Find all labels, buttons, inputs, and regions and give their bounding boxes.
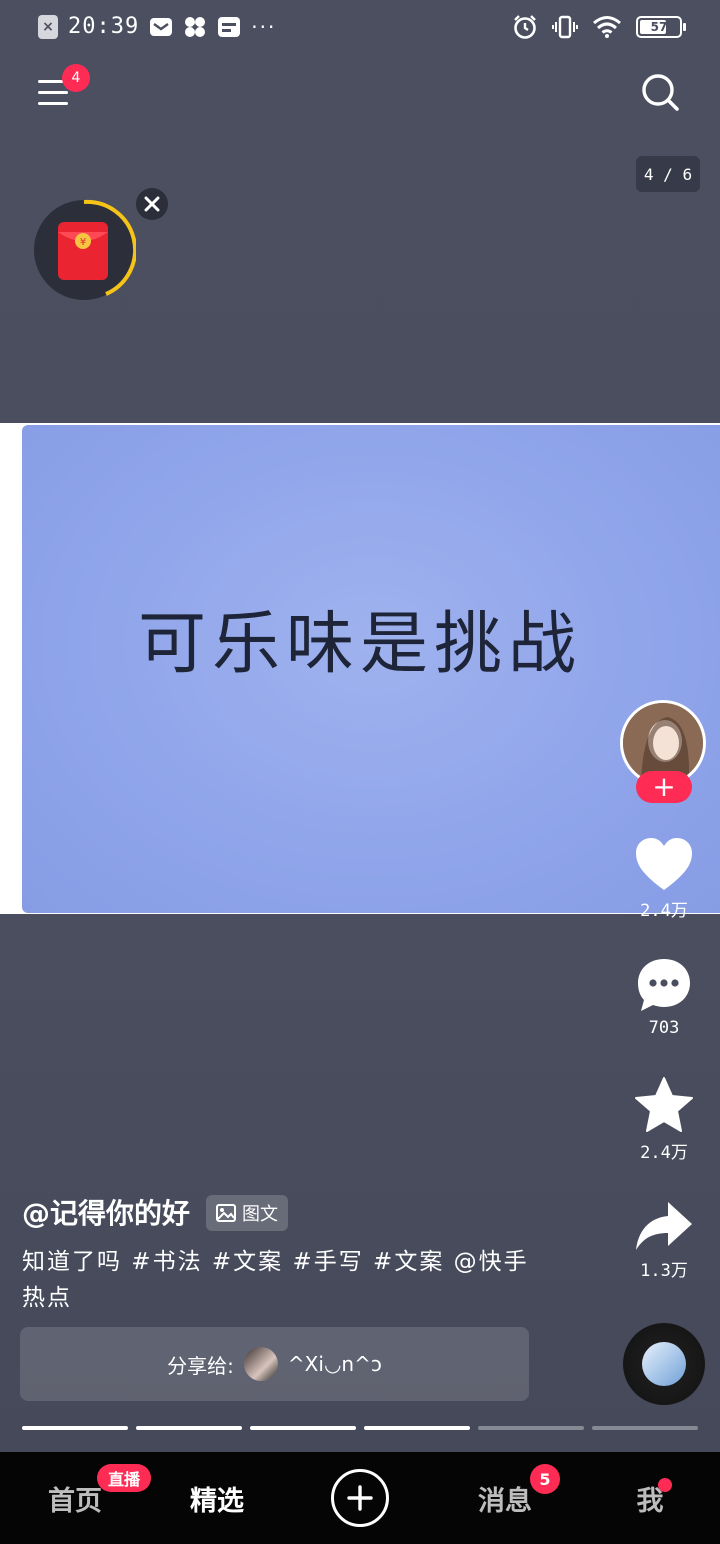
status-bar: × 20:39 ··· 57 xyxy=(0,0,720,58)
star-icon xyxy=(635,1077,693,1132)
red-packet-widget[interactable]: ¥ xyxy=(32,198,138,302)
handwritten-text: 可乐味是挑战 xyxy=(137,605,582,684)
alarm-icon xyxy=(514,15,536,39)
nav-me[interactable]: 我 xyxy=(620,1452,680,1544)
wallet-icon xyxy=(218,16,241,37)
progress-segment xyxy=(136,1426,242,1430)
status-left: × 20:39 ··· xyxy=(38,14,276,39)
comment-action[interactable]: 703 xyxy=(620,956,708,1038)
share-action[interactable]: 1.3万 xyxy=(620,1200,708,1281)
follow-button[interactable]: + xyxy=(636,771,692,803)
more-notifications: ··· xyxy=(251,14,277,39)
post-type-label: 图文 xyxy=(242,1204,278,1225)
close-icon xyxy=(144,196,160,212)
share-to-bar[interactable]: 分享给: ^Xi◡n^ɔ xyxy=(20,1327,529,1401)
progress-segment xyxy=(478,1426,584,1430)
image-icon xyxy=(216,1204,236,1222)
music-cover xyxy=(642,1342,686,1386)
mail-icon xyxy=(150,17,173,36)
red-packet-close-button[interactable] xyxy=(136,188,168,220)
progress-segment xyxy=(592,1426,698,1430)
battery-icon: 57 xyxy=(636,16,686,38)
favorite-count: 2.4万 xyxy=(640,1143,688,1163)
status-right: 57 xyxy=(512,14,686,40)
app-screen: × 20:39 ··· 57 4 4 / 6 ¥ 可乐味是挑战 + 2.4万 7… xyxy=(0,0,720,1544)
nav-messages-label: 消息 xyxy=(478,1485,532,1517)
progress-segment xyxy=(22,1426,128,1430)
nav-featured-label: 精选 xyxy=(190,1485,244,1517)
me-dot-badge xyxy=(658,1478,672,1492)
create-post-button[interactable] xyxy=(331,1469,389,1527)
nav-featured[interactable]: 精选 xyxy=(172,1452,262,1544)
author-name[interactable]: @记得你的好 xyxy=(22,1192,190,1232)
status-time: 20:39 xyxy=(68,14,140,39)
messages-badge: 5 xyxy=(530,1464,560,1494)
image-progress-bar xyxy=(22,1426,698,1430)
red-packet-icon: ¥ xyxy=(34,199,138,300)
nav-home-label: 首页 xyxy=(48,1485,102,1517)
close-box-icon: × xyxy=(38,14,58,39)
share-count: 1.3万 xyxy=(640,1261,688,1281)
comment-count: 703 xyxy=(648,1018,680,1038)
svg-text:¥: ¥ xyxy=(80,237,86,248)
menu-badge: 4 xyxy=(62,64,90,92)
share-arrow-icon xyxy=(636,1202,692,1250)
like-count: 2.4万 xyxy=(640,901,688,921)
vibrate-icon xyxy=(552,15,578,39)
share-user-avatar xyxy=(243,1347,278,1381)
share-user-name: ^Xi◡n^ɔ xyxy=(287,1352,382,1376)
like-action[interactable]: 2.4万 xyxy=(620,836,708,921)
heart-icon xyxy=(636,838,692,890)
progress-segment xyxy=(250,1426,356,1430)
favorite-action[interactable]: 2.4万 xyxy=(620,1076,708,1163)
comment-icon xyxy=(638,959,690,1011)
battery-level: 57 xyxy=(650,20,668,34)
plus-icon xyxy=(347,1485,373,1511)
post-caption[interactable]: 知道了吗 #书法 #文案 #手写 #文案 @快手热点 xyxy=(22,1244,542,1316)
music-disc[interactable] xyxy=(623,1323,705,1405)
post-type-tag: 图文 xyxy=(206,1195,288,1231)
search-icon xyxy=(642,74,679,111)
share-label: 分享给: xyxy=(167,1353,234,1378)
search-button[interactable] xyxy=(640,72,680,112)
page-counter: 4 / 6 xyxy=(636,156,700,192)
pinwheel-icon xyxy=(185,16,206,37)
progress-segment xyxy=(364,1426,470,1430)
wifi-icon xyxy=(593,16,621,38)
live-badge: 直播 xyxy=(97,1464,151,1492)
post-image[interactable]: 可乐味是挑战 xyxy=(0,423,720,914)
